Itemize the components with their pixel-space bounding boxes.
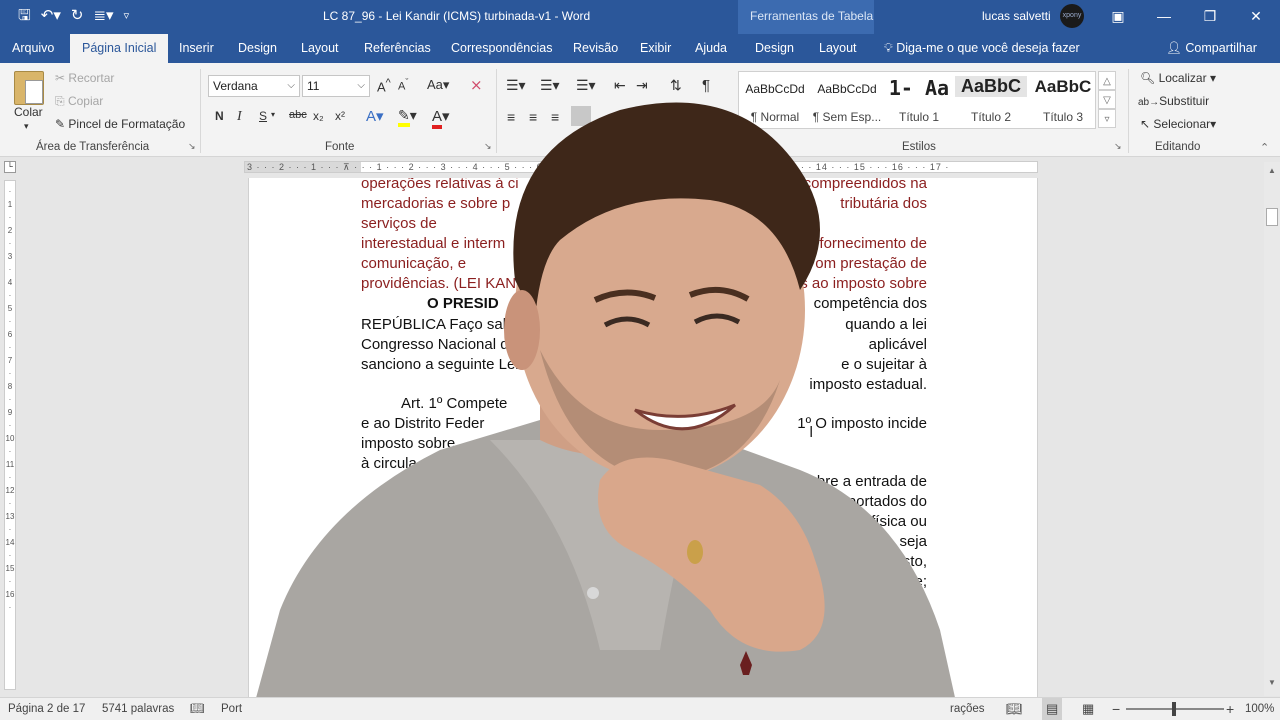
tab-inserir[interactable]: Inserir [179, 34, 214, 63]
avatar[interactable]: xpony [1060, 4, 1084, 28]
proofing-icon[interactable]: 📖︎ [190, 698, 205, 720]
accessibility-indicator[interactable]: rações [950, 698, 985, 720]
ring [687, 540, 703, 564]
tab-layout[interactable]: Layout [301, 34, 339, 63]
save-icon[interactable]: 🖫 [18, 6, 31, 26]
status-bar: Página 2 de 17 5741 palavras 📖︎ Port raç… [0, 697, 1280, 720]
search-icon: 🔍︎ [1140, 71, 1156, 85]
bold-button[interactable]: N [215, 109, 224, 123]
collapse-ribbon-icon[interactable]: ⌃ [1260, 141, 1269, 154]
vertical-scrollbar[interactable]: ▲ ▼ [1264, 162, 1280, 696]
dialog-launcher-icon[interactable]: ↘ [188, 141, 196, 152]
read-mode-icon[interactable]: 📖︎ [1006, 698, 1023, 720]
zoom-in-icon[interactable]: + [1226, 698, 1234, 720]
table-tools-context: Ferramentas de Tabela [738, 0, 874, 34]
vertical-ruler[interactable]: · 1 · 2 · 3 · 4 · 5 · 6 · 7 · 8 · 9 · 10 · 11 · 12 · 13 · 14 · 15 · 16 · [4, 180, 16, 690]
web-layout-icon[interactable]: ▦ [1082, 698, 1094, 720]
ear [504, 290, 540, 370]
ribbon-tabs: Arquivo Página Inicial Inserir Design La… [0, 34, 1280, 63]
tell-me-label: Diga-me o que você deseja fazer [896, 41, 1080, 55]
find-button[interactable]: 🔍︎ Localizar ▾ [1140, 71, 1216, 85]
editing-group-label: Editando [1155, 141, 1201, 153]
tab-table-design[interactable]: Design [755, 34, 794, 63]
tab-exibir[interactable]: Exibir [640, 34, 671, 63]
zoom-out-icon[interactable]: − [1112, 698, 1120, 720]
zoom-slider-thumb[interactable] [1172, 702, 1176, 716]
paste-button[interactable]: Colar [14, 105, 43, 119]
tab-table-layout[interactable]: Layout [819, 34, 857, 63]
cut-label: Recortar [68, 71, 115, 85]
tab-selector-icon[interactable]: └ [4, 161, 16, 173]
brush-icon: ✎ [55, 117, 66, 131]
tab-pagina-inicial[interactable]: Página Inicial [70, 34, 169, 63]
share-label: Compartilhar [1185, 41, 1257, 55]
divider [1128, 69, 1129, 153]
quick-access-toolbar: 🖫 ↶▾ ↻ ≣▾ ▿ [18, 6, 129, 26]
scroll-down-icon[interactable]: ▼ [1264, 678, 1280, 692]
cut-button[interactable]: ✂ Recortar [55, 71, 114, 85]
close-icon[interactable]: ✕ [1244, 4, 1268, 28]
copy-button[interactable]: ⎘ Copiar [55, 94, 103, 109]
tab-ajuda[interactable]: Ajuda [695, 34, 727, 63]
style-heading-3[interactable]: AaBbC Título 3 [1027, 72, 1099, 128]
person-icon: 👤︎ [1166, 41, 1182, 55]
format-painter-label: Pincel de Formatação [68, 117, 186, 131]
word-count[interactable]: 5741 palavras [102, 698, 174, 720]
divider [200, 69, 201, 153]
clipboard-group-label: Área de Transferência [36, 141, 150, 153]
scroll-thumb[interactable] [1266, 208, 1278, 226]
customize-qat-icon[interactable]: ▿ [124, 6, 130, 26]
tab-arquivo[interactable]: Arquivo [12, 34, 54, 63]
cursor-icon: ↖ [1140, 117, 1151, 131]
title-bar: 🖫 ↶▾ ↻ ≣▾ ▿ LC 87_96 - Lei Kandir (ICMS)… [0, 0, 1280, 34]
restore-icon[interactable]: ❐ [1198, 4, 1222, 28]
style-label: Título 3 [1042, 110, 1084, 124]
select-button[interactable]: ↖ Selecionar▾ [1140, 117, 1216, 131]
find-label: Localizar [1158, 71, 1207, 85]
scissors-icon: ✂ [55, 71, 66, 85]
page-count[interactable]: Página 2 de 17 [8, 698, 85, 720]
style-preview: AaBbC [1034, 77, 1092, 96]
select-label: Selecionar [1153, 117, 1211, 131]
ribbon-display-icon[interactable]: ▣ [1106, 4, 1130, 28]
more-styles-icon[interactable]: ▿ [1098, 109, 1116, 128]
tell-me-search[interactable]: 💡︎ Diga-me o que você deseja fazer [884, 34, 1080, 63]
format-painter-button[interactable]: ✎ Pincel de Formatação [55, 117, 185, 131]
replace-icon: ab→ [1138, 97, 1160, 108]
language-indicator[interactable]: Port [221, 698, 242, 720]
minimize-icon[interactable]: — [1152, 4, 1176, 28]
presenter-webcam-overlay [250, 102, 960, 720]
zoom-level[interactable]: 100% [1245, 698, 1274, 720]
tab-correspondencias[interactable]: Correspondências [451, 34, 552, 63]
replace-label: Substituir [1159, 94, 1210, 108]
tab-revisao[interactable]: Revisão [573, 34, 618, 63]
chevron-up-icon[interactable]: △ [1098, 71, 1116, 90]
touch-mode-icon[interactable]: ≣▾ [93, 6, 113, 26]
vruler-marks: · 1 · 2 · 3 · 4 · 5 · 6 · 7 · 8 · 9 · 10 · 11 · 12 · 13 · 14 · 15 · 16 · [5, 187, 15, 612]
undo-icon[interactable]: ↶▾ [41, 6, 61, 26]
tab-design[interactable]: Design [238, 34, 277, 63]
dialog-launcher-icon[interactable]: ↘ [1114, 141, 1122, 152]
shirt-button [587, 587, 599, 599]
copy-label: Copiar [67, 94, 104, 108]
print-layout-icon[interactable]: ▤ [1042, 698, 1063, 720]
scroll-up-icon[interactable]: ▲ [1264, 166, 1280, 180]
replace-button[interactable]: ab→Substituir [1138, 94, 1209, 108]
tab-referencias[interactable]: Referências [364, 34, 431, 63]
share-button[interactable]: 👤︎ Compartilhar [1166, 34, 1257, 63]
styles-scroll: △ ▽ ▿ [1098, 71, 1116, 129]
paste-icon[interactable] [14, 71, 44, 105]
paste-dropdown-icon[interactable]: ▾ [24, 121, 29, 132]
redo-icon[interactable]: ↻ [71, 6, 84, 26]
document-title: LC 87_96 - Lei Kandir (ICMS) turbinada-v… [323, 9, 591, 23]
lightbulb-icon: 💡︎ [884, 41, 893, 55]
copy-icon: ⎘ [55, 94, 65, 108]
chevron-down-icon[interactable]: ▽ [1098, 90, 1116, 109]
user-name[interactable]: lucas salvetti [982, 9, 1051, 23]
